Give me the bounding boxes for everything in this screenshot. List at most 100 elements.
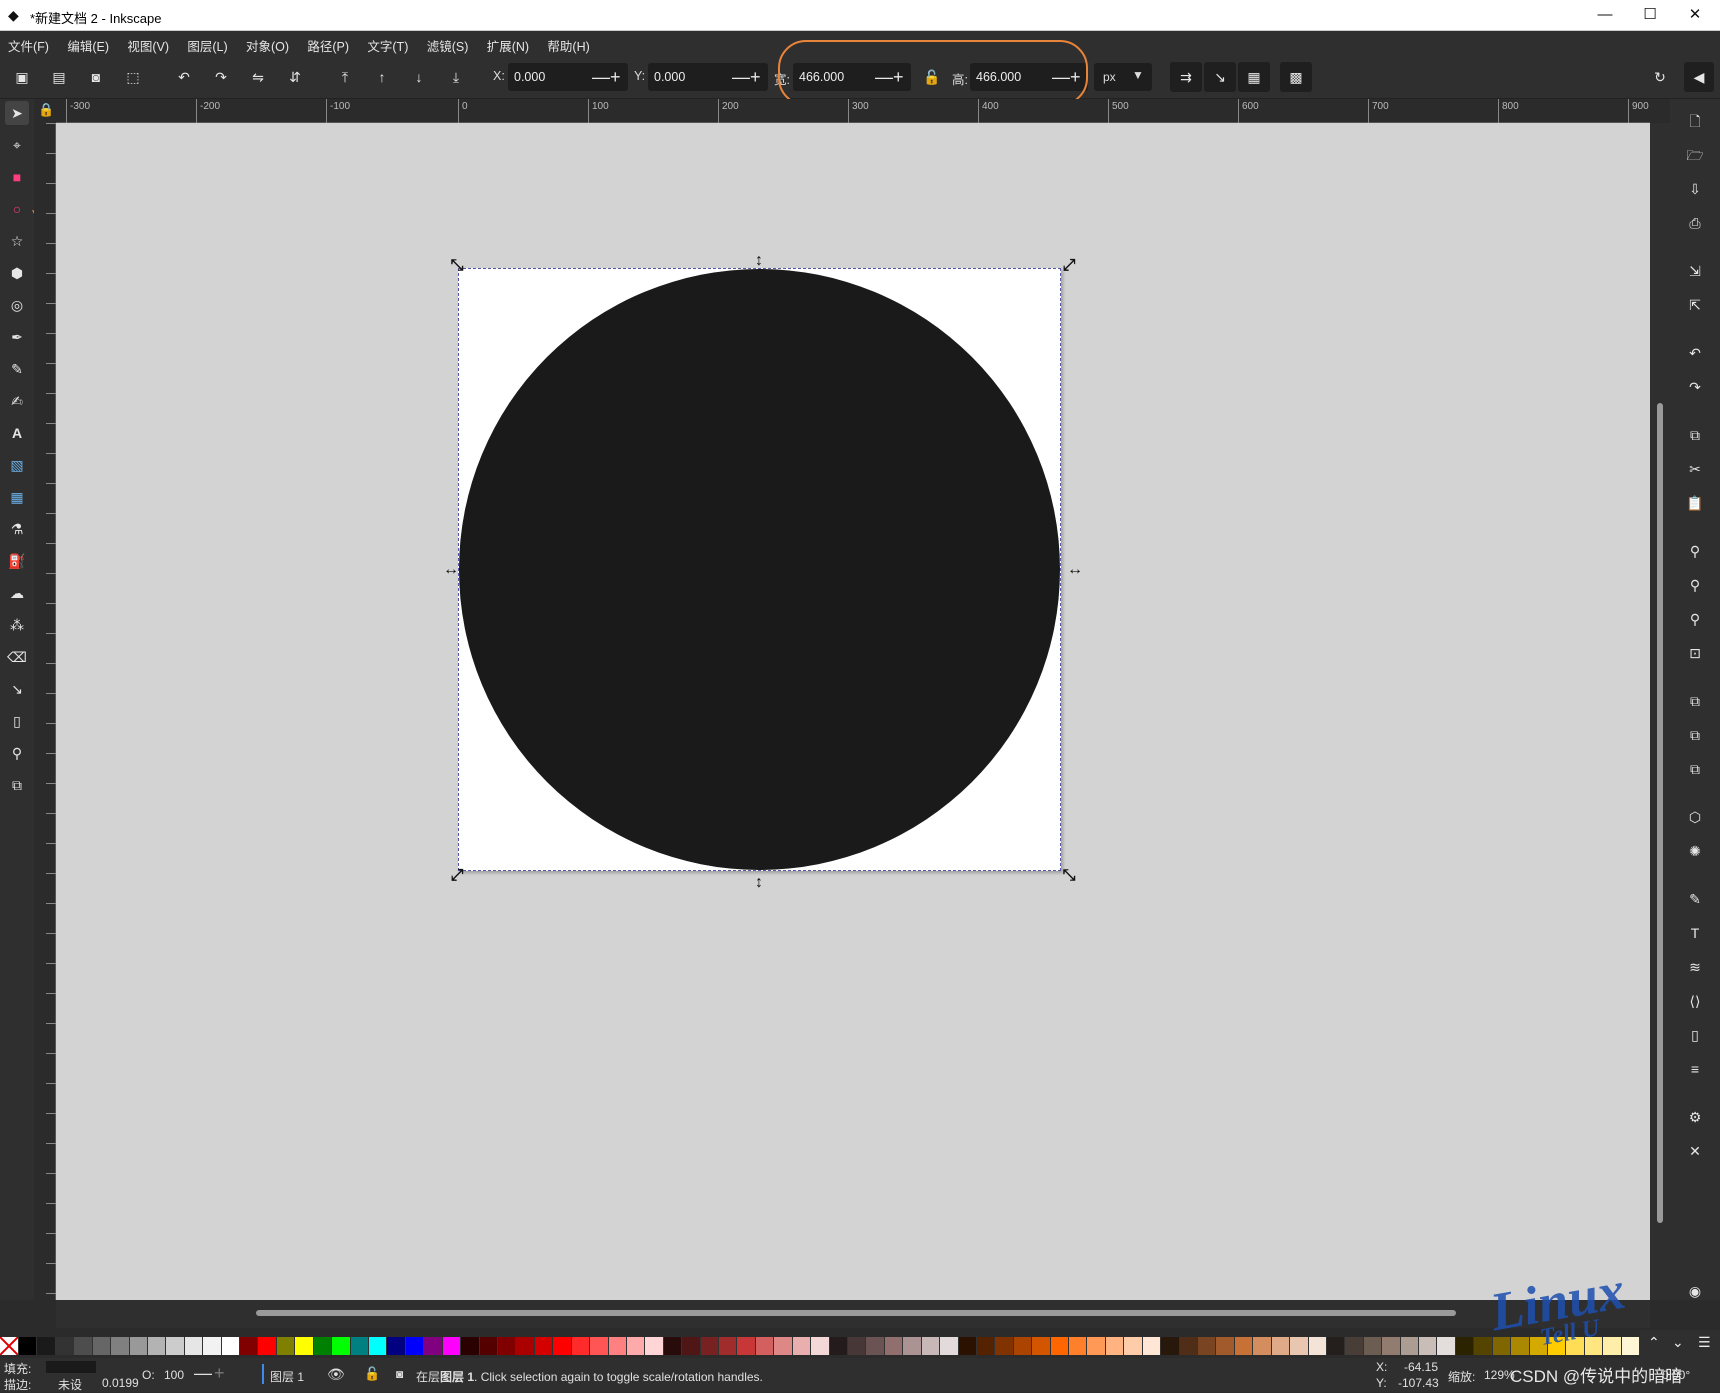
- color-swatch[interactable]: [534, 1337, 554, 1355]
- menu-file[interactable]: 文件(F): [0, 31, 56, 55]
- color-swatch[interactable]: [1142, 1337, 1162, 1355]
- color-palette[interactable]: [0, 1336, 1641, 1356]
- zoom-width-icon[interactable]: ⊡: [1683, 641, 1707, 665]
- scale-handle-bottom-right[interactable]: ⤡: [1060, 868, 1078, 886]
- color-swatch[interactable]: [1216, 1337, 1235, 1355]
- select-same-icon[interactable]: ◙: [84, 65, 108, 89]
- menu-extensions[interactable]: 扩展(N): [479, 31, 536, 55]
- opacity-decrement-button[interactable]: —: [194, 1363, 212, 1384]
- color-swatch[interactable]: [350, 1337, 370, 1355]
- text-tool-icon[interactable]: A: [5, 421, 29, 445]
- y-decrement-button[interactable]: —: [732, 68, 750, 86]
- vertical-scroll-thumb[interactable]: [1657, 403, 1663, 1223]
- y-input[interactable]: [648, 63, 718, 91]
- ellipse-tool-icon[interactable]: ○: [5, 197, 29, 221]
- color-swatch[interactable]: [1161, 1337, 1180, 1355]
- zoom-page-icon[interactable]: ⚲: [1683, 607, 1707, 631]
- connector-tool-icon[interactable]: ↘: [5, 677, 29, 701]
- color-swatch[interactable]: [682, 1337, 701, 1355]
- x-decrement-button[interactable]: —: [592, 68, 610, 86]
- undo-icon[interactable]: ↶: [1683, 341, 1707, 365]
- rotate-cw-icon[interactable]: ↷: [209, 65, 233, 89]
- mesh-tool-icon[interactable]: ▦: [5, 485, 29, 509]
- align-distribute-icon[interactable]: ≡: [1683, 1057, 1707, 1081]
- group-icon[interactable]: ⬡: [1683, 805, 1707, 829]
- pen-tool-icon[interactable]: ✒: [5, 325, 29, 349]
- chevron-down-icon[interactable]: ⌄: [1672, 1334, 1684, 1351]
- measure-tool-icon[interactable]: ⧉: [5, 773, 29, 797]
- color-swatch[interactable]: [1124, 1337, 1143, 1355]
- color-swatch[interactable]: [958, 1337, 977, 1355]
- scale-handle-bottom-left[interactable]: ⤢: [448, 868, 466, 886]
- color-swatch[interactable]: [995, 1337, 1014, 1355]
- color-swatch[interactable]: [313, 1337, 333, 1355]
- color-swatch[interactable]: [719, 1337, 738, 1355]
- color-swatch[interactable]: [866, 1337, 885, 1355]
- zoom-tool-icon[interactable]: ⚲: [5, 741, 29, 765]
- menu-object[interactable]: 对象(O): [238, 31, 296, 55]
- xml-editor-icon[interactable]: ⟨⟩: [1683, 989, 1707, 1013]
- pages-tool-icon[interactable]: ▯: [5, 709, 29, 733]
- color-swatch[interactable]: [571, 1337, 591, 1355]
- star-tool-icon[interactable]: ☆: [5, 229, 29, 253]
- symbols-icon[interactable]: ▯: [1683, 1023, 1707, 1047]
- color-swatch[interactable]: [74, 1337, 93, 1355]
- color-swatch[interactable]: [19, 1337, 38, 1355]
- import-icon[interactable]: ⇲: [1683, 259, 1707, 283]
- color-swatch[interactable]: [166, 1337, 185, 1355]
- color-swatch[interactable]: [847, 1337, 867, 1355]
- color-swatch[interactable]: [405, 1337, 425, 1355]
- move-patterns-icon[interactable]: ▩: [1280, 62, 1312, 92]
- color-swatch[interactable]: [1032, 1337, 1051, 1355]
- color-swatch[interactable]: [1198, 1337, 1217, 1355]
- color-swatch[interactable]: [1400, 1337, 1420, 1355]
- color-swatch[interactable]: [553, 1337, 572, 1355]
- color-manage-icon[interactable]: ◉: [1683, 1279, 1707, 1303]
- color-swatch[interactable]: [184, 1337, 204, 1355]
- color-swatch[interactable]: [1474, 1337, 1493, 1355]
- color-swatch[interactable]: [1253, 1337, 1272, 1355]
- color-swatch[interactable]: [1013, 1337, 1033, 1355]
- save-icon[interactable]: ⇩: [1683, 177, 1707, 201]
- selected-circle[interactable]: [459, 269, 1060, 870]
- export-icon[interactable]: ⇱: [1683, 293, 1707, 317]
- scale-handle-top-right[interactable]: ⤢: [1060, 258, 1078, 276]
- 3d-box-tool-icon[interactable]: ⬢: [5, 261, 29, 285]
- spiral-tool-icon[interactable]: ◎: [5, 293, 29, 317]
- color-swatch[interactable]: [1455, 1337, 1475, 1355]
- unlink-clone-icon[interactable]: ⧉: [1683, 757, 1707, 781]
- scale-stroke-icon[interactable]: ⇉: [1170, 62, 1202, 92]
- fill-stroke-icon[interactable]: ✎: [1683, 887, 1707, 911]
- duplicate-icon[interactable]: ⧉: [1683, 689, 1707, 713]
- tweak-tool-icon[interactable]: ☁: [5, 581, 29, 605]
- move-gradients-icon[interactable]: ▦: [1238, 62, 1270, 92]
- node-tool-icon[interactable]: ⌖: [5, 133, 29, 157]
- redo-icon[interactable]: ↷: [1683, 375, 1707, 399]
- eraser-tool-icon[interactable]: ⌫: [5, 645, 29, 669]
- paint-bucket-tool-icon[interactable]: ⛽: [5, 549, 29, 573]
- color-swatch[interactable]: [700, 1337, 720, 1355]
- menu-text[interactable]: 文字(T): [359, 31, 415, 55]
- select-all-icon[interactable]: ▣: [10, 65, 34, 89]
- visibility-eye-icon[interactable]: 👁: [327, 1366, 345, 1383]
- color-swatch[interactable]: [663, 1337, 683, 1355]
- palette-menu-icon[interactable]: ☰: [1698, 1334, 1711, 1351]
- color-swatch[interactable]: [129, 1337, 148, 1355]
- chevron-up-icon[interactable]: ⌃: [1648, 1334, 1660, 1351]
- snap-toggle-icon[interactable]: ↻: [1648, 65, 1672, 89]
- y-increment-button[interactable]: +: [750, 68, 761, 86]
- rectangle-tool-icon[interactable]: ■: [5, 165, 29, 189]
- color-swatch[interactable]: [516, 1337, 535, 1355]
- layers-icon[interactable]: ≋: [1683, 955, 1707, 979]
- color-swatch[interactable]: [461, 1337, 480, 1355]
- color-swatch[interactable]: [811, 1337, 830, 1355]
- color-swatch[interactable]: [424, 1337, 443, 1355]
- clone-icon[interactable]: ⧉: [1683, 723, 1707, 747]
- color-swatch[interactable]: [240, 1337, 259, 1355]
- unit-select[interactable]: px ▼: [1094, 63, 1152, 91]
- color-swatch[interactable]: [258, 1337, 277, 1355]
- color-swatch[interactable]: [829, 1337, 848, 1355]
- color-swatch[interactable]: [737, 1337, 756, 1355]
- scale-corners-icon[interactable]: ↘: [1204, 62, 1236, 92]
- color-swatch[interactable]: [1087, 1337, 1106, 1355]
